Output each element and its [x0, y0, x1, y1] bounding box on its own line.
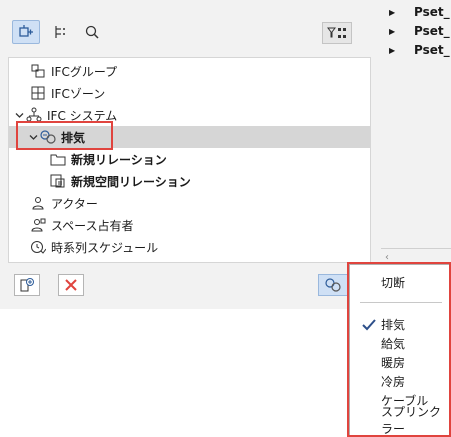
- actor-icon: [29, 195, 47, 211]
- search-icon: [85, 25, 99, 39]
- chevron-right-icon[interactable]: ▶: [389, 46, 397, 55]
- hierarchy-icon: [55, 26, 65, 38]
- pset-label: Pset_: [414, 24, 450, 38]
- tree-item-label: IFCゾーン: [51, 86, 106, 101]
- filter-icon: [327, 27, 346, 38]
- tree-item-label: スペース占有者: [51, 218, 134, 233]
- divider: [381, 248, 451, 249]
- tree-item-ifc-zone[interactable]: IFCゾーン: [9, 82, 370, 104]
- add-document-icon: [20, 278, 34, 292]
- chevron-down-icon[interactable]: [13, 111, 25, 120]
- add-item-button[interactable]: [14, 274, 40, 296]
- tree-item-label: 時系列スケジュール: [51, 240, 159, 255]
- tree-item-label: 新規リレーション: [71, 152, 167, 167]
- pset-row[interactable]: ▶ Pset_: [381, 3, 450, 21]
- exhaust-system-icon: [325, 278, 341, 292]
- system-type-dropdown-button[interactable]: [318, 274, 348, 296]
- ifc-group-icon: [29, 63, 47, 79]
- pset-row[interactable]: ▶ Pset_: [381, 41, 450, 59]
- tree-item-time-schedule[interactable]: 時系列スケジュール: [9, 236, 370, 258]
- tree-item-new-space-relation[interactable]: 新規空間リレーション: [9, 170, 370, 192]
- pset-row[interactable]: ▶ Pset_: [381, 22, 450, 40]
- pset-label: Pset_: [414, 43, 450, 57]
- highlight-box: [16, 121, 113, 150]
- panel-toolbar: [0, 0, 370, 56]
- panel-bottom-bar: [0, 266, 381, 309]
- tree-item-label: アクター: [51, 196, 98, 211]
- tree-item-new-relation[interactable]: 新規リレーション: [9, 148, 370, 170]
- search-button[interactable]: [80, 20, 104, 44]
- hierarchy-view-button[interactable]: [48, 20, 72, 44]
- ifc-zone-icon: [29, 85, 47, 101]
- ifc-tree-view: IFCグループ IFCゾーン IFC システム 排気 新規リレーション 新規空間…: [8, 57, 371, 263]
- tree-item-space-occupant[interactable]: スペース占有者: [9, 214, 370, 236]
- add-element-tool-button[interactable]: [12, 20, 40, 44]
- time-schedule-icon: [29, 239, 47, 255]
- delete-x-icon: [65, 279, 77, 291]
- filter-button[interactable]: [322, 22, 352, 44]
- delete-button[interactable]: [58, 274, 84, 296]
- tree-item-label: IFCグループ: [51, 64, 118, 79]
- space-occupant-icon: [29, 217, 47, 233]
- add-element-icon: [19, 25, 33, 37]
- ifc-manager-panel: IFCグループ IFCゾーン IFC システム 排気 新規リレーション 新規空間…: [0, 0, 381, 309]
- tree-item-label: 新規空間リレーション: [71, 174, 191, 189]
- chevron-right-icon[interactable]: ▶: [389, 27, 397, 36]
- tree-item-ifc-group[interactable]: IFCグループ: [9, 60, 370, 82]
- highlight-box: [347, 262, 451, 437]
- folder-icon: [49, 151, 67, 167]
- pset-label: Pset_: [414, 5, 450, 19]
- chevron-right-icon[interactable]: ▶: [389, 8, 397, 17]
- space-relation-icon: [49, 173, 67, 189]
- tree-item-actor[interactable]: アクター: [9, 192, 370, 214]
